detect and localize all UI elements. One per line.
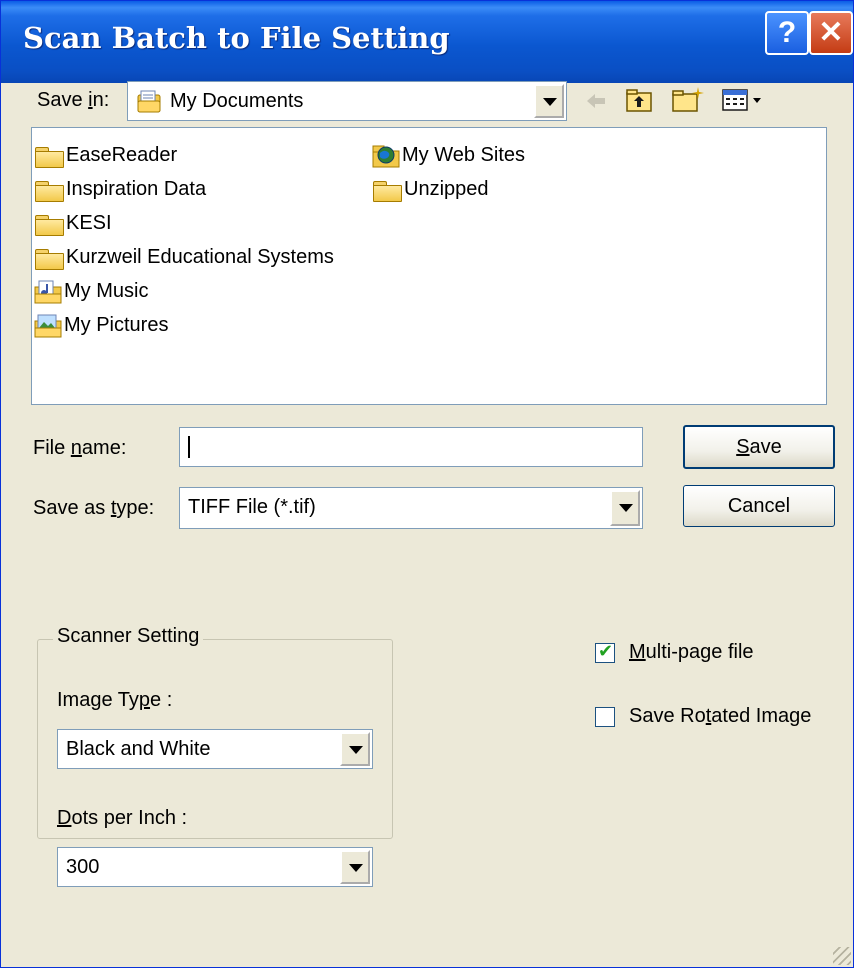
list-item-my-music[interactable]: My Music	[34, 276, 148, 306]
save-button[interactable]: Save	[683, 425, 835, 469]
my-documents-icon	[136, 88, 162, 114]
list-item-my-web-sites[interactable]: My Web Sites	[372, 140, 525, 170]
file-list[interactable]: EaseReader Inspiration Data KESI Kurzwei…	[31, 127, 827, 405]
save-in-dropdown-arrow[interactable]	[534, 84, 564, 118]
new-folder-icon[interactable]	[671, 85, 705, 118]
back-arrow-icon[interactable]	[585, 91, 607, 116]
dialog-title: Scan Batch to File Setting	[23, 21, 450, 55]
pictures-folder-icon	[34, 313, 64, 339]
image-type-value: Black and White	[66, 738, 211, 760]
save-as-type-dropdown-arrow[interactable]	[610, 490, 640, 526]
list-item-unzipped[interactable]: Unzipped	[372, 174, 489, 204]
file-name-label: File name:	[33, 437, 127, 459]
dpi-dropdown-arrow[interactable]	[340, 850, 370, 884]
cancel-button[interactable]: Cancel	[683, 485, 835, 527]
folder-icon	[34, 145, 64, 168]
dpi-dropdown[interactable]: 300	[57, 847, 373, 887]
save-as-type-value: TIFF File (*.tif)	[188, 496, 316, 518]
save-as-type-label: Save as type:	[33, 497, 155, 519]
save-in-label: Save in:	[37, 89, 110, 111]
save-rotated-checkbox[interactable]	[595, 707, 615, 727]
text-caret	[188, 436, 190, 458]
folder-icon	[34, 179, 64, 202]
list-item-my-pictures[interactable]: My Pictures	[34, 310, 168, 340]
list-item-kesi[interactable]: KESI	[34, 208, 112, 238]
up-folder-icon[interactable]	[625, 87, 653, 118]
help-button[interactable]: ?	[765, 11, 809, 55]
save-in-value: My Documents	[170, 90, 304, 112]
image-type-dropdown-arrow[interactable]	[340, 732, 370, 766]
music-folder-icon	[34, 279, 64, 305]
multipage-label[interactable]: Multi-page file	[629, 641, 754, 664]
file-name-input[interactable]	[179, 427, 643, 467]
folder-icon	[34, 247, 64, 270]
resize-grip-icon[interactable]	[833, 947, 851, 965]
list-item-kurzweil[interactable]: Kurzweil Educational Systems	[34, 242, 334, 272]
title-bar[interactable]: Scan Batch to File Setting ? ✕	[1, 1, 853, 83]
save-rotated-label[interactable]: Save Rotated Image	[629, 705, 811, 728]
image-type-dropdown[interactable]: Black and White	[57, 729, 373, 769]
list-item-inspiration-data[interactable]: Inspiration Data	[34, 174, 206, 204]
folder-icon	[34, 213, 64, 236]
dialog-window: Scan Batch to File Setting ? ✕ Save in: …	[0, 0, 854, 968]
folder-icon	[372, 179, 402, 202]
web-folder-icon	[372, 143, 402, 169]
dpi-label: Dots per Inch :	[57, 807, 188, 829]
close-button[interactable]: ✕	[809, 11, 853, 55]
scanner-setting-label: Scanner Setting	[53, 625, 204, 648]
save-in-dropdown[interactable]: My Documents	[127, 81, 567, 121]
multipage-checkbox[interactable]	[595, 641, 615, 663]
image-type-label: Image Type :	[57, 689, 173, 711]
save-as-type-dropdown[interactable]: TIFF File (*.tif)	[179, 487, 643, 529]
view-menu-icon[interactable]	[721, 87, 765, 118]
dpi-value: 300	[66, 856, 100, 878]
list-item-easereader[interactable]: EaseReader	[34, 140, 177, 170]
